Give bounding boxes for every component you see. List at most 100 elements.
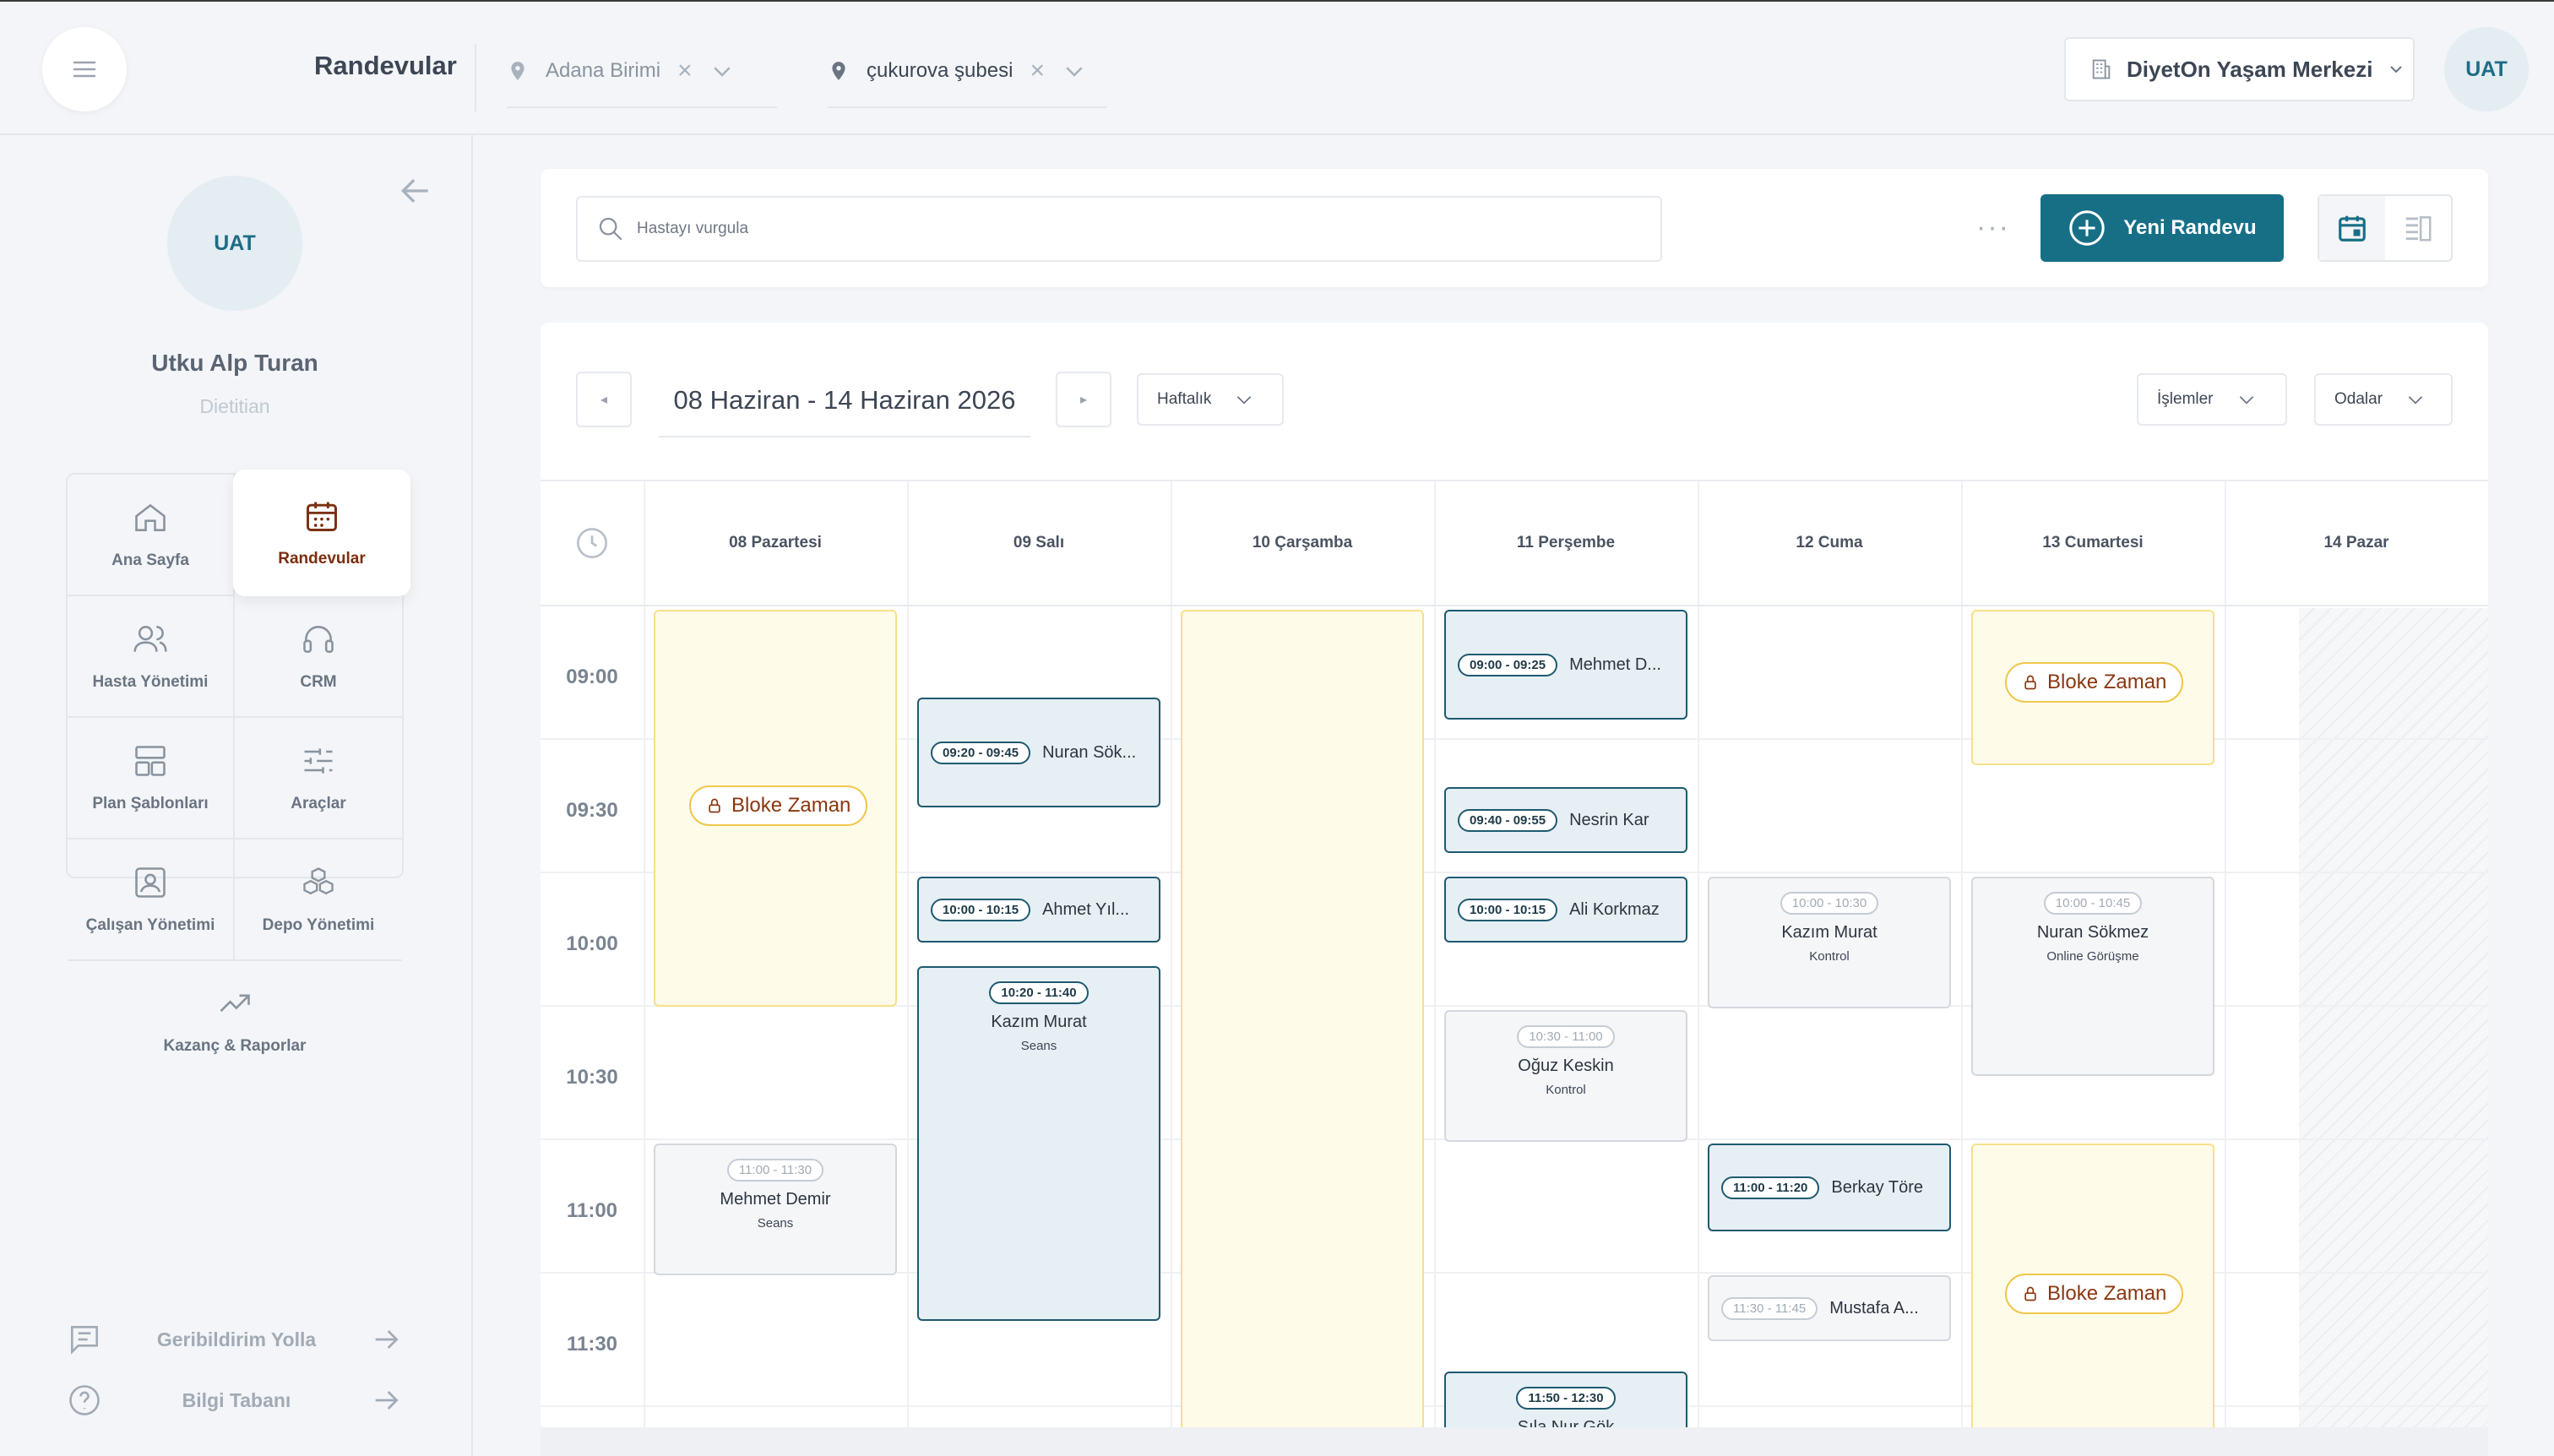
chevron-down-icon[interactable]	[1062, 58, 1087, 84]
clock-icon	[577, 528, 607, 558]
nav-item-kazanc-raporlar[interactable]: Kazanç & Raporlar	[68, 961, 402, 1079]
date-range: 08 Haziran - 14 Haziran 2026	[659, 365, 1030, 437]
search-input[interactable]: Hastayı vurgula	[576, 196, 1662, 262]
next-week-button[interactable]: ▸	[1056, 372, 1111, 427]
menu-button[interactable]	[42, 27, 127, 111]
chevron-down-icon[interactable]	[709, 58, 735, 84]
appointment-name: Nuran Sök...	[1042, 742, 1137, 762]
branch-filter[interactable]: çukurova şubesi ×	[828, 35, 1106, 108]
knowledge-base-label: Bilgi Tabanı	[182, 1388, 291, 1411]
calendar-icon	[307, 502, 337, 531]
rooms-label: Odalar	[2334, 390, 2383, 408]
map-pin-icon	[511, 62, 524, 80]
appointment-type: Kontrol	[1546, 1083, 1586, 1097]
day-header: 11 Perşembe	[1516, 534, 1616, 551]
nav-label: Kazanç & Raporlar	[163, 1037, 307, 1055]
appointment-card[interactable]: 11:50 - 12:30 Sıla Nur Gök	[1444, 1372, 1687, 1431]
appointment-type: Online Görüşme	[2046, 949, 2139, 964]
appointment-type: Seans	[1020, 1039, 1057, 1053]
knowledge-base-link[interactable]: Bilgi Tabanı	[66, 1375, 404, 1426]
appointment-card[interactable]: 09:20 - 09:45 Nuran Sök...	[917, 698, 1160, 807]
appointment-time: 11:30 - 11:45	[1721, 1296, 1818, 1320]
arrow-right-icon	[375, 1391, 399, 1410]
appointment-time: 11:00 - 11:30	[726, 1159, 824, 1182]
blocked-time-label: Bloke Zaman	[731, 794, 851, 817]
chevron-down-icon	[2390, 66, 2403, 73]
rooms-select[interactable]: Odalar	[2314, 373, 2453, 426]
arrow-right-icon	[375, 1330, 399, 1349]
nav-item-hasta-yonetimi[interactable]: Hasta Yönetimi	[68, 596, 235, 718]
appointment-name: Ali Korkmaz	[1569, 899, 1660, 919]
nav-item-depo-yonetimi[interactable]: Depo Yönetimi	[235, 839, 402, 961]
appointment-time: 10:20 - 11:40	[989, 981, 1089, 1004]
blocked-time[interactable]	[1181, 610, 1424, 1431]
operations-select[interactable]: İşlemler	[2137, 373, 2287, 426]
collapse-arrow-icon[interactable]	[397, 172, 434, 209]
appointment-name: Kazım Murat	[991, 1013, 1087, 1031]
day-header: 14 Pazar	[2323, 534, 2389, 551]
appointment-type: Seans	[757, 1216, 794, 1231]
appointment-time: 10:30 - 11:00	[1517, 1025, 1615, 1048]
appointment-card[interactable]: 11:00 - 11:20 Berkay Töre	[1708, 1144, 1951, 1231]
calendar-panel: ◂ 08 Haziran - 14 Haziran 2026 ▸ Haftalı…	[541, 323, 2488, 1431]
more-options-icon[interactable]: ···	[1976, 211, 2010, 244]
appointment-card[interactable]: 10:00 - 10:45 Nuran Sökmez Online Görüşm…	[1971, 877, 2214, 1076]
help-icon	[69, 1385, 100, 1415]
list-view-button[interactable]	[2385, 196, 2451, 260]
calendar-icon	[2339, 215, 2366, 242]
blocked-time-label: Bloke Zaman	[2047, 671, 2167, 693]
appointment-card[interactable]: 09:00 - 09:25 Mehmet D...	[1444, 610, 1687, 720]
blocked-time[interactable]: Bloke Zaman	[654, 610, 897, 1007]
appointment-card[interactable]: 10:00 - 10:15 Ahmet Yıl...	[917, 877, 1160, 943]
appointment-time: 09:00 - 09:25	[1458, 653, 1558, 676]
user-role: Dietitian	[199, 395, 270, 417]
horizontal-scrollbar[interactable]	[541, 1427, 2488, 1456]
appointment-card[interactable]: 10:00 - 10:30 Kazım Murat Kontrol	[1708, 877, 1951, 1008]
clear-icon[interactable]: ×	[1030, 57, 1045, 85]
feedback-link[interactable]: Geribildirim Yolla	[66, 1314, 404, 1365]
center-select[interactable]: DiyetOn Yaşam Merkezi	[2064, 37, 2415, 101]
appointment-name: Mustafa A...	[1829, 1298, 1919, 1317]
appointment-name: Kazım Murat	[1781, 923, 1877, 942]
unit-filter[interactable]: Adana Birimi ×	[507, 35, 777, 108]
nav-item-crm[interactable]: CRM	[235, 596, 402, 718]
time-label: 11:30	[566, 1333, 618, 1355]
prev-week-button[interactable]: ◂	[576, 372, 632, 427]
hamburger-icon	[73, 61, 96, 78]
profile-avatar: UAT	[167, 176, 302, 311]
appointment-time: 10:00 - 10:45	[2043, 892, 2143, 915]
nav-item-ana-sayfa[interactable]: Ana Sayfa	[68, 475, 235, 596]
chevron-down-icon	[2408, 396, 2423, 405]
list-view-icon	[2405, 216, 2432, 242]
calendar-view-button[interactable]	[2319, 196, 2385, 260]
nav-label: Randevular	[278, 550, 366, 568]
nav-label: CRM	[300, 673, 337, 691]
user-avatar[interactable]: UAT	[2444, 27, 2529, 111]
unit-filter-value: Adana Birimi	[546, 59, 661, 82]
new-appointment-button[interactable]: Yeni Randevu	[2040, 194, 2284, 262]
nav-item-randevular[interactable]: Randevular	[233, 470, 410, 596]
appointment-card[interactable]: 09:40 - 09:55 Nesrin Kar	[1444, 787, 1687, 853]
blocked-time-badge: Bloke Zaman	[2005, 662, 2184, 703]
closed-day-area	[2299, 608, 2488, 1431]
nav-item-plan-sablonlari[interactable]: Plan Şablonları	[68, 718, 235, 839]
blocked-time[interactable]: Bloke Zaman	[1971, 1144, 2214, 1431]
view-select[interactable]: Haftalık	[1137, 373, 1284, 426]
view-select-value: Haftalık	[1157, 390, 1212, 408]
appointment-time: 11:00 - 11:20	[1721, 1176, 1820, 1199]
nav-item-araclar[interactable]: Araçlar	[235, 718, 402, 839]
appointment-card[interactable]: 11:30 - 11:45 Mustafa A...	[1708, 1275, 1951, 1341]
blocked-time[interactable]: Bloke Zaman	[1971, 610, 2214, 765]
feedback-label: Geribildirim Yolla	[156, 1328, 317, 1350]
appointment-card[interactable]: 11:00 - 11:30 Mehmet Demir Seans	[654, 1144, 897, 1275]
appointment-card[interactable]: 10:30 - 11:00 Oğuz Keskin Kontrol	[1444, 1010, 1687, 1142]
headset-icon	[303, 626, 334, 653]
nav-item-calisan-yonetimi[interactable]: Çalışan Yönetimi	[68, 839, 235, 961]
appointment-time: 09:40 - 09:55	[1458, 808, 1558, 832]
lock-icon	[2024, 1286, 2036, 1301]
appointment-card[interactable]: 10:20 - 11:40 Kazım Murat Seans	[917, 966, 1160, 1321]
clear-icon[interactable]: ×	[677, 57, 693, 85]
appointment-card[interactable]: 10:00 - 10:15 Ali Korkmaz	[1444, 877, 1687, 943]
time-label: 11:00	[566, 1199, 618, 1222]
boxes-icon	[303, 867, 334, 895]
